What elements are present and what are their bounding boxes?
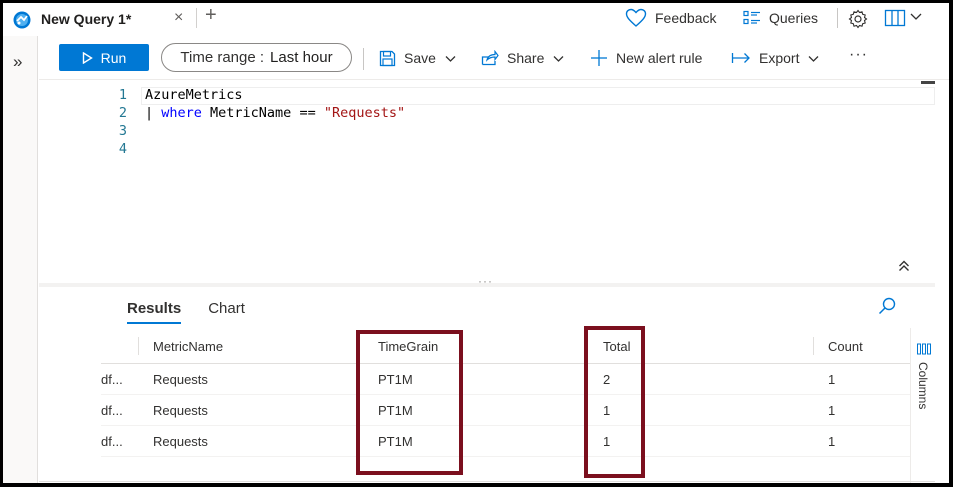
code-pipe: | bbox=[145, 105, 162, 121]
table-row[interactable]: df... Requests PT1M 1 1 bbox=[101, 426, 910, 457]
share-icon bbox=[481, 50, 499, 66]
grid-header: MetricName TimeGrain Total Count bbox=[101, 328, 910, 364]
tab-divider bbox=[196, 8, 197, 28]
columns-icon bbox=[917, 343, 931, 355]
editor-line: 4 bbox=[39, 141, 935, 159]
cell-count: 1 bbox=[828, 372, 836, 387]
more-options-icon[interactable]: ··· bbox=[849, 46, 868, 64]
add-tab-icon[interactable]: + bbox=[205, 4, 217, 27]
results-bottom-border bbox=[39, 481, 935, 482]
results-pane: Results Chart MetricName TimeGrain Total… bbox=[39, 288, 935, 486]
export-label: Export bbox=[759, 50, 800, 66]
save-icon bbox=[379, 50, 396, 66]
query-toolbar: Run Time range : Last hour Save Share Ne… bbox=[39, 38, 949, 80]
cell-metricname: Requests bbox=[153, 372, 208, 387]
code-string: "Requests" bbox=[323, 105, 406, 121]
column-header-count[interactable]: Count bbox=[828, 339, 863, 354]
columns-panel-toggle[interactable]: Columns bbox=[912, 328, 935, 486]
log-analytics-icon bbox=[13, 11, 31, 29]
tab-title: New Query 1* bbox=[41, 11, 132, 27]
editor-line: 1 AzureMetrics bbox=[39, 87, 935, 105]
feedback-button[interactable]: Feedback bbox=[625, 3, 716, 33]
line-number: 3 bbox=[118, 123, 127, 139]
time-range-value: Last hour bbox=[270, 49, 333, 66]
run-label: Run bbox=[100, 49, 127, 66]
editor-scroll-marker bbox=[921, 81, 935, 84]
run-button[interactable]: Run bbox=[59, 44, 149, 71]
editor-line: 2 | where MetricName == "Requests" bbox=[39, 105, 935, 123]
highlight-box-timegrain bbox=[356, 330, 463, 475]
share-button[interactable]: Share bbox=[481, 47, 565, 69]
results-tabs: Results Chart bbox=[127, 300, 272, 324]
search-icon[interactable] bbox=[877, 296, 897, 316]
collapse-editor-icon[interactable] bbox=[897, 259, 911, 273]
editor-line: 3 bbox=[39, 123, 935, 141]
chevron-down-icon bbox=[809, 55, 819, 62]
results-grid: MetricName TimeGrain Total Count df... R… bbox=[101, 328, 911, 486]
topbar-divider bbox=[837, 8, 838, 28]
queries-button[interactable]: Queries bbox=[743, 3, 818, 33]
code-text: | where MetricName == "Requests" bbox=[145, 105, 405, 121]
table-row[interactable]: df... Requests PT1M 1 1 bbox=[101, 395, 910, 426]
splitter-handle-icon[interactable]: ··· bbox=[478, 274, 493, 288]
tab-results[interactable]: Results bbox=[127, 300, 182, 324]
new-alert-rule-button[interactable]: New alert rule bbox=[590, 47, 702, 69]
cell-count: 1 bbox=[828, 403, 836, 418]
chevron-down-icon bbox=[553, 55, 564, 62]
column-divider[interactable] bbox=[138, 337, 139, 355]
column-divider[interactable] bbox=[813, 337, 814, 355]
cell-metricname: Requests bbox=[153, 434, 208, 449]
left-rail: » bbox=[3, 36, 38, 483]
line-number: 4 bbox=[118, 141, 127, 157]
time-range-picker[interactable]: Time range : Last hour bbox=[161, 43, 352, 72]
plus-icon bbox=[591, 50, 607, 66]
export-button[interactable]: Export bbox=[731, 47, 820, 69]
columns-label: Columns bbox=[916, 362, 930, 410]
code-expression: MetricName == bbox=[201, 105, 324, 121]
heart-icon bbox=[625, 8, 647, 27]
gear-icon[interactable] bbox=[848, 9, 868, 29]
play-icon bbox=[82, 51, 93, 64]
export-icon bbox=[731, 53, 750, 63]
book-icon[interactable] bbox=[884, 9, 906, 27]
code-text: AzureMetrics bbox=[145, 87, 243, 103]
chevron-down-icon[interactable] bbox=[909, 9, 923, 23]
time-range-label: Time range : bbox=[180, 49, 265, 66]
table-row[interactable]: df... Requests PT1M 2 1 bbox=[101, 364, 910, 395]
cell-prefix: df... bbox=[101, 434, 123, 449]
share-label: Share bbox=[507, 50, 545, 66]
tab-chart[interactable]: Chart bbox=[208, 300, 245, 324]
queries-label: Queries bbox=[769, 10, 819, 26]
chevron-down-icon bbox=[445, 55, 456, 62]
cell-count: 1 bbox=[828, 434, 836, 449]
list-icon bbox=[743, 10, 760, 25]
line-number: 2 bbox=[118, 105, 127, 121]
tab-bar: New Query 1* × + Feedback Queries bbox=[3, 3, 949, 36]
cell-prefix: df... bbox=[101, 372, 123, 387]
tab-close-icon[interactable]: × bbox=[174, 9, 183, 27]
line-number: 1 bbox=[118, 87, 127, 103]
toolbar-divider bbox=[363, 48, 364, 70]
highlight-box-total bbox=[584, 326, 645, 478]
tab-new-query[interactable]: New Query 1* × bbox=[3, 3, 196, 36]
cell-prefix: df... bbox=[101, 403, 123, 418]
feedback-label: Feedback bbox=[655, 10, 717, 26]
save-label: Save bbox=[404, 50, 436, 66]
code-keyword: where bbox=[161, 105, 202, 121]
expand-sidebar-icon[interactable]: » bbox=[13, 52, 22, 72]
column-header-metricname[interactable]: MetricName bbox=[153, 339, 223, 354]
save-button[interactable]: Save bbox=[379, 47, 457, 69]
current-line-highlight bbox=[141, 87, 935, 105]
new-alert-rule-label: New alert rule bbox=[616, 50, 703, 66]
query-editor[interactable]: 1 AzureMetrics 2 | where MetricName == "… bbox=[39, 81, 935, 283]
cell-metricname: Requests bbox=[153, 403, 208, 418]
